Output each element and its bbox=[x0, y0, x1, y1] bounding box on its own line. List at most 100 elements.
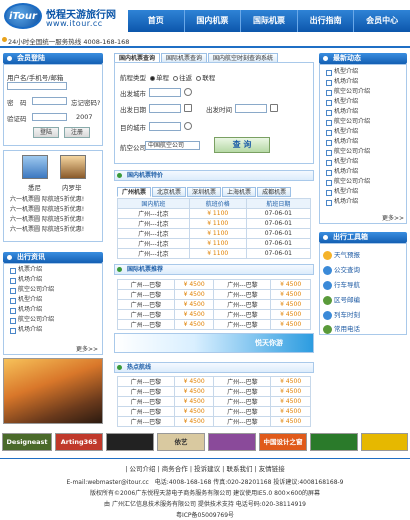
latest-item[interactable]: 机型介绍 bbox=[324, 157, 404, 167]
promo-banner-image[interactable] bbox=[3, 358, 103, 424]
footer-icp[interactable]: 粤ICP备05009769号 bbox=[0, 510, 410, 519]
latest-item[interactable]: 机场介绍 bbox=[324, 197, 404, 207]
news-item[interactable]: 机型介绍 bbox=[8, 295, 98, 305]
latest-item[interactable]: 机型介绍 bbox=[324, 127, 404, 137]
route-cell[interactable]: 广州---北京 bbox=[117, 228, 190, 239]
news-item[interactable]: 机场介绍 bbox=[8, 325, 98, 335]
password-input[interactable] bbox=[32, 97, 67, 105]
news-item[interactable]: 机场介绍 bbox=[8, 305, 98, 315]
tab-shanghai[interactable]: 上海机票 bbox=[222, 187, 257, 197]
latest-item[interactable]: 机场介绍 bbox=[324, 77, 404, 87]
route-cell[interactable]: 广州---巴黎 bbox=[213, 289, 272, 300]
search-icon[interactable] bbox=[184, 122, 192, 130]
tool-train[interactable]: 列车时刻 bbox=[320, 309, 360, 321]
table-row[interactable]: 广州---巴黎 ¥ 4500 广州---巴黎 ¥ 4500 bbox=[117, 299, 311, 310]
route-cell[interactable]: 广州---巴黎 bbox=[117, 376, 175, 387]
calendar-icon[interactable] bbox=[184, 104, 192, 112]
route-cell[interactable]: 广州---巴黎 bbox=[117, 319, 175, 330]
news-item[interactable]: 航空公司介绍 bbox=[8, 315, 98, 325]
table-row[interactable]: 广州---北京 ¥ 1100 07-06-01 bbox=[117, 248, 312, 259]
tool-bus[interactable]: 公交查询 bbox=[320, 264, 360, 276]
route-cell[interactable]: 广州---巴黎 bbox=[213, 309, 272, 320]
nav-home[interactable]: 首页 bbox=[128, 10, 184, 32]
route-cell[interactable]: 广州---巴黎 bbox=[213, 279, 272, 290]
table-row[interactable]: 广州---北京 ¥ 1100 07-06-01 bbox=[117, 208, 312, 219]
table-row[interactable]: 广州---巴黎 ¥ 4500 广州---巴黎 ¥ 4500 bbox=[117, 386, 311, 397]
tab-beijing[interactable]: 北京机票 bbox=[152, 187, 187, 197]
partner-ad[interactable]: 中国设计之窗 bbox=[259, 433, 307, 451]
route-cell[interactable]: 广州---巴黎 bbox=[213, 416, 272, 427]
latest-item[interactable]: 航空公司介绍 bbox=[324, 117, 404, 127]
calendar-icon[interactable] bbox=[270, 104, 278, 112]
search-icon[interactable] bbox=[184, 88, 192, 96]
latest-item[interactable]: 机场介绍 bbox=[324, 167, 404, 177]
route-cell[interactable]: 广州---巴黎 bbox=[213, 396, 272, 407]
footer-links[interactable]: | 公司介绍 | 商务合作 | 投诉建议 | 联系我们 | 友情链接 bbox=[0, 463, 410, 473]
destination-label[interactable]: 内罗毕 bbox=[62, 182, 82, 192]
news-item[interactable]: 航空公司介绍 bbox=[8, 285, 98, 295]
latest-item[interactable]: 机场介绍 bbox=[324, 137, 404, 147]
table-row[interactable]: 广州---巴黎 ¥ 4500 广州---巴黎 ¥ 4500 bbox=[117, 289, 311, 300]
captcha-input[interactable] bbox=[32, 113, 67, 121]
intl-promo-banner[interactable]: 悦天你游 bbox=[114, 333, 314, 353]
partner-ad[interactable] bbox=[361, 433, 408, 451]
table-row[interactable]: 广州---巴黎 ¥ 4500 广州---巴黎 ¥ 4500 bbox=[117, 319, 311, 330]
nav-domestic-tickets[interactable]: 国内机票 bbox=[183, 10, 241, 32]
table-row[interactable]: 广州---北京 ¥ 1100 07-06-01 bbox=[117, 228, 312, 239]
table-row[interactable]: 广州---巴黎 ¥ 4500 广州---巴黎 ¥ 4500 bbox=[117, 376, 311, 387]
tool-phone[interactable]: 常用电话 bbox=[320, 323, 360, 335]
radio-multi[interactable] bbox=[196, 75, 202, 81]
route-cell[interactable]: 广州---北京 bbox=[117, 238, 190, 249]
tab-chengdu[interactable]: 成都机票 bbox=[257, 187, 292, 197]
tab-guangzhou[interactable]: 广州机票 bbox=[117, 187, 152, 197]
latest-item[interactable]: 航空公司介绍 bbox=[324, 87, 404, 97]
nav-travel-guide[interactable]: 出行指南 bbox=[296, 10, 354, 32]
route-cell[interactable]: 广州---巴黎 bbox=[117, 289, 175, 300]
route-cell[interactable]: 广州---北京 bbox=[117, 218, 190, 229]
route-cell[interactable]: 广州---北京 bbox=[117, 248, 190, 259]
date-input[interactable] bbox=[149, 104, 181, 113]
route-cell[interactable]: 广州---巴黎 bbox=[117, 406, 175, 417]
destination-label[interactable]: 悉尼 bbox=[28, 182, 41, 192]
search-button[interactable]: 查 询 bbox=[214, 137, 270, 153]
table-row[interactable]: 广州---巴黎 ¥ 4500 广州---巴黎 ¥ 4500 bbox=[117, 396, 311, 407]
table-row[interactable]: 广州---北京 ¥ 1100 07-06-01 bbox=[117, 238, 312, 249]
route-cell[interactable]: 广州---巴黎 bbox=[213, 319, 272, 330]
logo-icon[interactable]: iTour bbox=[4, 3, 42, 29]
promo-link[interactable]: 六一机票圆 际航班5折优惠! bbox=[10, 195, 84, 205]
route-cell[interactable]: 广州---巴黎 bbox=[117, 309, 175, 320]
route-cell[interactable]: 广州---巴黎 bbox=[117, 396, 175, 407]
partner-ad[interactable]: Designeast bbox=[2, 433, 52, 451]
latest-item[interactable]: 航空公司介绍 bbox=[324, 147, 404, 157]
route-cell[interactable]: 广州---巴黎 bbox=[117, 386, 175, 397]
news-item[interactable]: 机票介绍 bbox=[8, 265, 98, 275]
news-item[interactable]: 机场介绍 bbox=[8, 275, 98, 285]
news-more-link[interactable]: 更多>> bbox=[76, 344, 98, 353]
promo-link[interactable]: 六一机票圆 际航班5折优惠! bbox=[10, 205, 84, 215]
latest-item[interactable]: 机型介绍 bbox=[324, 67, 404, 77]
table-row[interactable]: 广州---巴黎 ¥ 4500 广州---巴黎 ¥ 4500 bbox=[117, 416, 311, 427]
radio-roundtrip[interactable] bbox=[173, 75, 179, 81]
table-row[interactable]: 广州---巴黎 ¥ 4500 广州---巴黎 ¥ 4500 bbox=[117, 309, 311, 320]
route-cell[interactable]: 广州---巴黎 bbox=[117, 279, 175, 290]
register-button[interactable]: 注册 bbox=[64, 127, 90, 138]
route-cell[interactable]: 广州---北京 bbox=[117, 208, 190, 219]
from-city-input[interactable] bbox=[149, 88, 181, 97]
latest-item[interactable]: 航空公司介绍 bbox=[324, 177, 404, 187]
route-cell[interactable]: 广州---巴黎 bbox=[213, 376, 272, 387]
route-cell[interactable]: 广州---巴黎 bbox=[213, 299, 272, 310]
nairobi-image[interactable] bbox=[60, 155, 86, 179]
login-button[interactable]: 登陆 bbox=[33, 127, 59, 138]
latest-item[interactable]: 机场介绍 bbox=[324, 107, 404, 117]
dest-city-input[interactable] bbox=[149, 122, 181, 131]
promo-link[interactable]: 六一机票圆 际航班5折优惠! bbox=[10, 225, 84, 235]
nav-intl-tickets[interactable]: 国际机票 bbox=[240, 10, 297, 32]
table-row[interactable]: 广州---巴黎 ¥ 4500 广州---巴黎 ¥ 4500 bbox=[117, 279, 311, 290]
tool-navigation[interactable]: 行车导航 bbox=[320, 279, 360, 291]
latest-more-link[interactable]: 更多>> bbox=[382, 213, 404, 222]
route-cell[interactable]: 广州---巴黎 bbox=[117, 416, 175, 427]
partner-ad[interactable] bbox=[106, 433, 154, 451]
latest-item[interactable]: 机型介绍 bbox=[324, 97, 404, 107]
forgot-password-link[interactable]: 忘记密码? bbox=[71, 97, 100, 107]
route-cell[interactable]: 广州---巴黎 bbox=[117, 299, 175, 310]
